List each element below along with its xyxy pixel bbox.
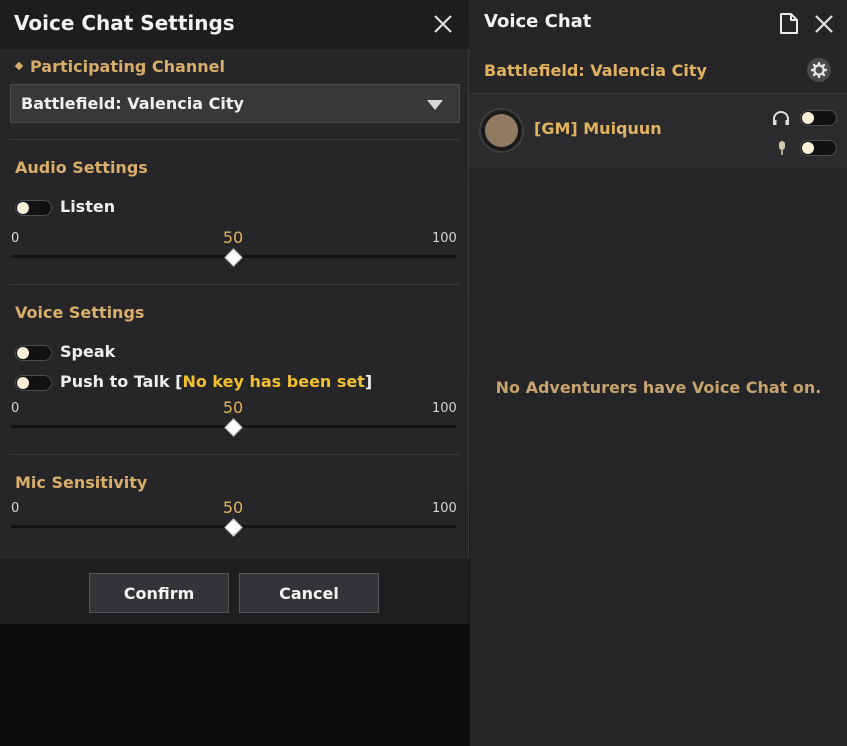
listen-label: Listen	[60, 197, 116, 216]
empty-state-message: No Adventurers have Voice Chat on.	[495, 378, 822, 397]
voice-slider-min: 0	[11, 401, 20, 416]
confirm-button[interactable]: Confirm	[89, 573, 229, 613]
divider	[10, 454, 460, 455]
audio-slider-handle[interactable]	[224, 248, 243, 267]
push-to-talk-key[interactable]: No key has been set	[182, 372, 364, 391]
diamond-bullet-icon	[14, 61, 24, 71]
push-to-talk-label: Push to Talk [No key has been set]	[60, 372, 372, 391]
avatar	[479, 108, 524, 153]
voice-slider-max: 100	[432, 401, 457, 416]
divider	[10, 139, 460, 140]
toggle-knob	[17, 202, 29, 214]
audio-slider-min: 0	[11, 231, 20, 246]
toggle-knob	[802, 112, 814, 124]
voice-slider-handle[interactable]	[224, 418, 243, 437]
listen-toggle[interactable]	[15, 200, 52, 216]
speak-label: Speak	[60, 342, 116, 361]
voice-settings-heading: Voice Settings	[15, 303, 145, 322]
participating-channel-label: Participating Channel	[30, 57, 225, 76]
voice-chat-settings-panel: Voice Chat Settings Participating Channe…	[0, 0, 469, 624]
divider	[10, 284, 460, 285]
member-row: [GM] Muiquun	[470, 94, 847, 168]
voice-chat-header: Voice Chat	[470, 0, 847, 48]
game-ground	[0, 624, 470, 746]
mic-slider-handle[interactable]	[224, 518, 243, 537]
audio-slider-value: 50	[222, 228, 244, 247]
note-icon[interactable]	[779, 13, 799, 34]
push-to-talk-toggle[interactable]	[15, 375, 52, 391]
settings-title: Voice Chat Settings	[14, 11, 235, 35]
settings-header: Voice Chat Settings	[0, 0, 469, 49]
mic-slider-max: 100	[432, 501, 457, 516]
member-headset-toggle[interactable]	[800, 110, 837, 126]
voice-channel-name: Battlefield: Valencia City	[484, 61, 707, 80]
close-icon[interactable]	[813, 13, 835, 35]
toggle-knob	[17, 347, 29, 359]
audio-slider-max: 100	[432, 231, 457, 246]
microphone-icon	[777, 140, 787, 160]
push-to-talk-bracket: ]	[364, 372, 373, 391]
mic-slider-min: 0	[11, 501, 20, 516]
mic-slider-value: 50	[222, 498, 244, 517]
voice-chat-title: Voice Chat	[484, 11, 592, 32]
toggle-knob	[17, 377, 29, 389]
voice-chat-body	[470, 168, 847, 746]
gear-icon[interactable]	[807, 58, 831, 82]
mic-sensitivity-heading: Mic Sensitivity	[15, 473, 148, 492]
member-mic-toggle[interactable]	[800, 140, 837, 156]
settings-footer: Confirm Cancel	[0, 559, 469, 624]
avatar-emblem	[485, 114, 518, 147]
voice-chat-panel: Voice Chat Battlefield: Valencia City [G…	[470, 0, 847, 746]
voice-slider-value: 50	[222, 398, 244, 417]
member-name: [GM] Muiquun	[534, 119, 662, 138]
headphones-icon	[772, 110, 790, 130]
chevron-down-icon	[427, 100, 443, 110]
audio-settings-heading: Audio Settings	[15, 158, 148, 177]
cancel-button[interactable]: Cancel	[239, 573, 379, 613]
channel-dropdown-value: Battlefield: Valencia City	[21, 94, 244, 113]
channel-dropdown[interactable]: Battlefield: Valencia City	[10, 84, 460, 123]
push-to-talk-text: Push to Talk [	[60, 372, 183, 391]
toggle-knob	[802, 142, 814, 154]
close-icon[interactable]	[432, 13, 454, 35]
speak-toggle[interactable]	[15, 345, 52, 361]
